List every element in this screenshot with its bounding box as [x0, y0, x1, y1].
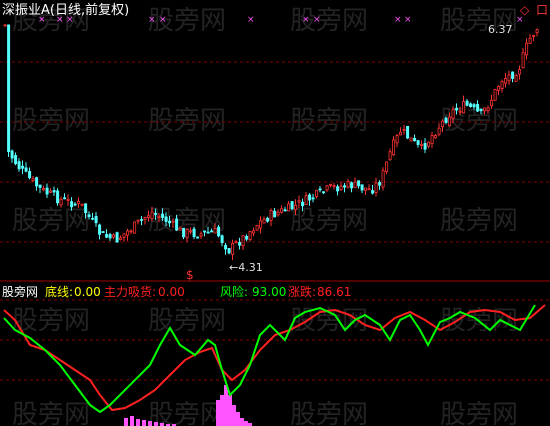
absorb-bar [154, 422, 158, 426]
risk-label: 风险: [220, 285, 249, 299]
absorb-bar [142, 420, 146, 426]
change-line [3, 304, 546, 412]
bottom-line-label: 底线: [45, 285, 74, 299]
absorb-bar [228, 395, 232, 426]
absorb-bar [244, 421, 248, 426]
absorb-value: 0.00 [158, 285, 185, 299]
low-price-value: 4.31 [238, 261, 263, 274]
window-icon[interactable]: 口 [536, 3, 548, 17]
high-price-label: 6.37 [488, 23, 513, 36]
brand-label: 股旁网 [2, 285, 39, 299]
absorb-bar [216, 400, 220, 426]
absorb-bar [124, 418, 128, 426]
change-label: 涨跌: [288, 285, 317, 299]
stock-chart-window: 股旁网 股旁网 股旁网 股旁网 股旁网 股旁网 股旁网 股旁网 股旁网 股旁网 … [0, 0, 550, 426]
diamond-icon[interactable]: ◇ [520, 3, 529, 17]
absorb-label: 主力吸货: [104, 285, 157, 299]
absorb-bar [148, 421, 152, 426]
absorb-bar [136, 419, 140, 426]
absorb-bar [240, 418, 244, 426]
absorb-bar [232, 405, 236, 426]
dollar-marker: $ [186, 268, 194, 282]
chart-title: 深振业A(日线,前复权) [2, 3, 130, 18]
indicator-chart[interactable] [0, 0, 550, 426]
risk-value: 93.00 [252, 285, 287, 299]
absorb-bar [224, 385, 228, 426]
absorb-bar [130, 416, 134, 426]
absorb-bar [236, 412, 240, 426]
absorb-bar [220, 395, 224, 426]
change-value: 86.61 [317, 285, 352, 299]
low-price-label: ←4.31 [229, 261, 263, 274]
bottom-line-value: 0.00 [74, 285, 101, 299]
